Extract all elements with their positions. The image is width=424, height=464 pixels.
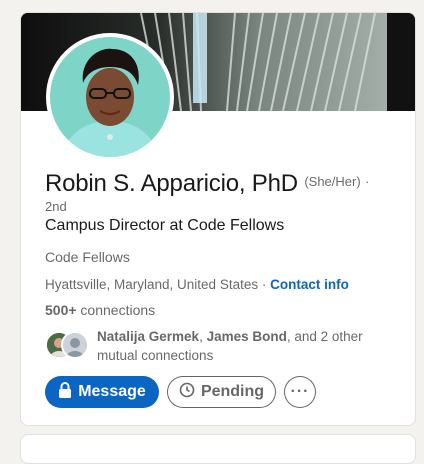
message-button[interactable]: Message <box>45 376 159 408</box>
more-button[interactable]: ··· <box>284 376 316 408</box>
location-row: Hyattsville, Maryland, United States · C… <box>45 277 349 292</box>
more-icon: ··· <box>290 383 310 400</box>
profile-photo[interactable] <box>46 33 174 161</box>
mutual-avatar <box>61 331 89 359</box>
mutual-name: James Bond <box>206 329 287 344</box>
mutual-avatars <box>45 331 93 361</box>
location: Hyattsville, Maryland, United States <box>45 277 259 292</box>
mutual-connections[interactable]: Natalija Germek, James Bond, and 2 other… <box>45 327 385 363</box>
mutual-text: Natalija Germek, James Bond, and 2 other… <box>97 327 387 365</box>
message-label: Message <box>78 383 146 400</box>
pronouns: (She/Her) <box>304 174 361 189</box>
avatar <box>50 37 170 157</box>
pending-button[interactable]: Pending <box>167 376 276 408</box>
clock-icon <box>179 382 195 403</box>
profile-headline: Campus Director at Code Fellows <box>45 217 285 234</box>
connections-label: connections <box>76 302 156 318</box>
connections-number: 500+ <box>45 302 77 318</box>
current-company[interactable]: Code Fellows <box>45 249 130 265</box>
next-section-card <box>20 434 416 464</box>
pending-label: Pending <box>200 383 265 400</box>
mutual-separator: , <box>199 329 207 344</box>
profile-name: Robin S. Apparicio, PhD <box>45 170 298 197</box>
mutual-name: Natalija Germek <box>97 329 200 344</box>
location-separator: · <box>258 277 271 292</box>
contact-info-link[interactable]: Contact info <box>270 277 349 292</box>
lock-icon <box>58 381 72 403</box>
profile-card: Robin S. Apparicio, PhD (She/Her) · 2nd … <box>20 12 416 426</box>
degree-separator: · <box>365 174 370 189</box>
name-row: Robin S. Apparicio, PhD (She/Her) · <box>45 172 405 197</box>
connection-degree: 2nd <box>45 199 67 214</box>
connections-count[interactable]: 500+ connections <box>45 302 155 318</box>
